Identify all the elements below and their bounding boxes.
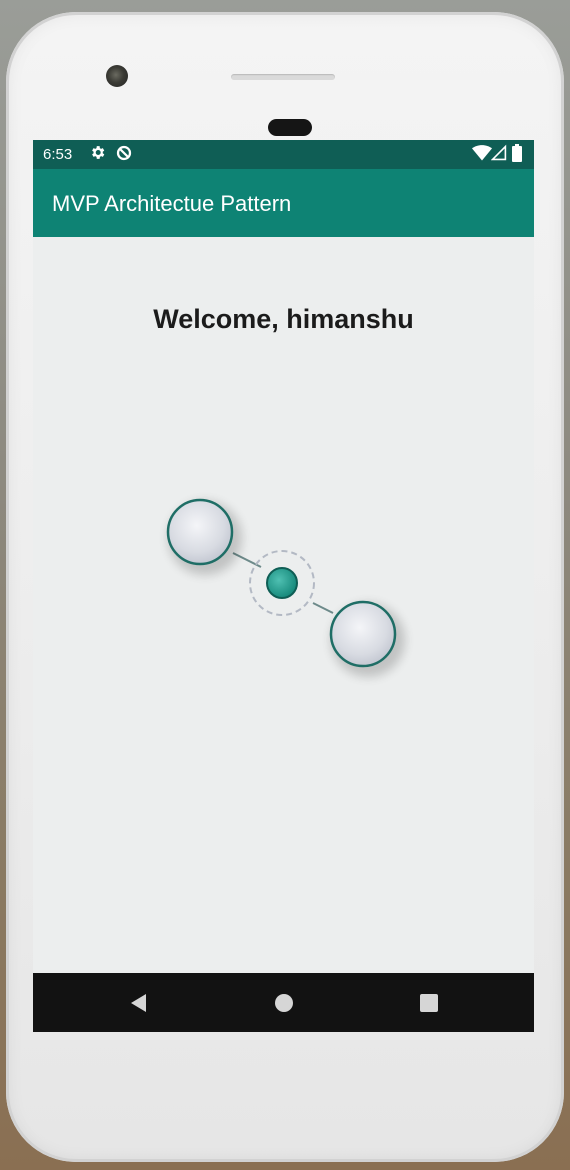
large-ball-right — [329, 600, 397, 668]
earpiece-speaker — [231, 74, 335, 80]
recents-icon[interactable] — [419, 992, 439, 1014]
home-icon[interactable] — [274, 992, 294, 1014]
large-ball-left — [166, 498, 234, 566]
back-icon[interactable] — [128, 992, 148, 1014]
nav-bar — [33, 973, 534, 1032]
front-camera — [106, 65, 128, 87]
app-screen: 6:53 MVP Architectue Pattern Welcome, hi… — [33, 140, 534, 1032]
progress-animation — [166, 498, 405, 677]
center-dot — [266, 567, 298, 599]
proximity-sensor — [268, 119, 312, 136]
connector-line — [312, 602, 334, 614]
